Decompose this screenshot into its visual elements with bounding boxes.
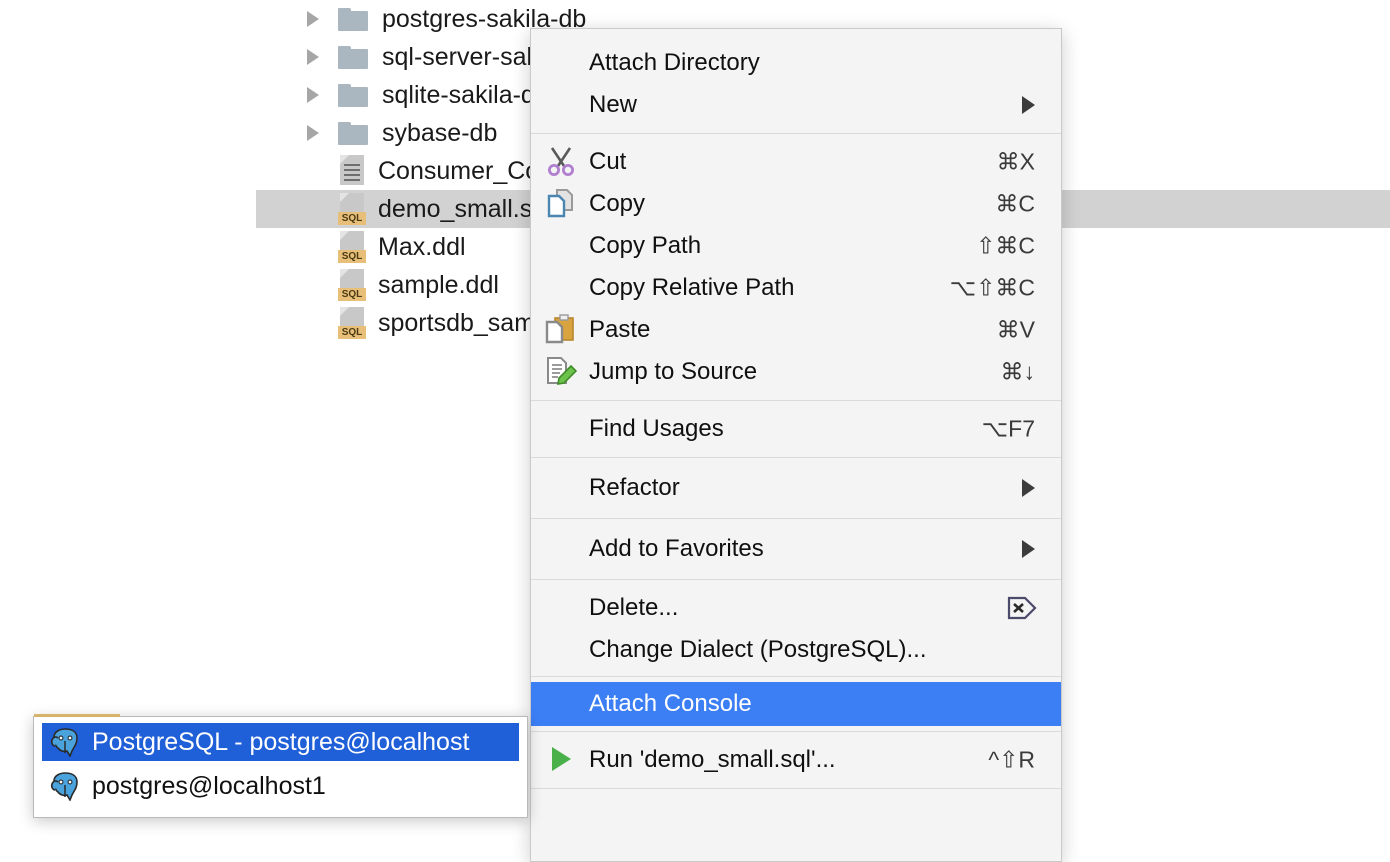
menu-item-new[interactable]: New xyxy=(531,84,1061,126)
menu-item-delete[interactable]: Delete... xyxy=(531,587,1061,629)
menu-item-label: Refactor xyxy=(589,474,680,502)
submenu-item-postgresql-localhost[interactable]: PostgreSQL - postgres@localhost xyxy=(42,723,519,761)
copy-icon xyxy=(545,188,583,220)
sql-file-icon: SQL xyxy=(338,269,366,301)
menu-item-attach-directory[interactable]: Attach Directory xyxy=(531,42,1061,84)
menu-item-label: Attach Console xyxy=(589,690,752,718)
menu-separator xyxy=(531,518,1061,519)
sql-file-icon: SQL xyxy=(338,307,366,339)
menu-item-copy-path[interactable]: Copy Path ⇧⌘C xyxy=(531,225,1061,267)
menu-separator xyxy=(531,457,1061,458)
menu-item-label: Copy Relative Path xyxy=(589,274,794,302)
menu-item-attach-console[interactable]: Attach Console xyxy=(531,682,1061,726)
menu-item-cut[interactable]: Cut ⌘X xyxy=(531,141,1061,183)
run-icon xyxy=(545,744,583,776)
menu-item-label: Find Usages xyxy=(589,415,724,443)
menu-item-shortcut: ⌘↓ xyxy=(1001,359,1036,386)
menu-item-jump-to-source[interactable]: Jump to Source ⌘↓ xyxy=(531,351,1061,393)
expand-arrow-icon[interactable] xyxy=(304,47,324,67)
sql-file-icon: SQL xyxy=(338,231,366,263)
menu-item-shortcut: ⇧⌘C xyxy=(976,233,1035,260)
submenu-item-postgres-localhost1[interactable]: postgres@localhost1 xyxy=(42,767,519,805)
submenu-item-label: postgres@localhost1 xyxy=(92,772,326,801)
menu-item-label: Copy Path xyxy=(589,232,701,260)
submenu-accent-bar xyxy=(34,714,120,717)
menu-item-label: Cut xyxy=(589,148,626,176)
menu-item-label: Paste xyxy=(589,316,650,344)
menu-separator xyxy=(531,133,1061,134)
menu-item-refactor[interactable]: Refactor xyxy=(531,465,1061,511)
menu-separator xyxy=(531,731,1061,732)
menu-item-label: Jump to Source xyxy=(589,358,757,386)
menu-item-label: New xyxy=(589,91,637,119)
menu-item-label: Run 'demo_small.sql'... xyxy=(589,746,836,774)
menu-item-shortcut: ⌘X xyxy=(997,149,1035,176)
folder-icon xyxy=(338,8,368,31)
menu-item-find-usages[interactable]: Find Usages ⌥F7 xyxy=(531,408,1061,450)
jump-to-source-icon xyxy=(545,356,583,388)
menu-separator xyxy=(531,676,1061,677)
forward-delete-icon xyxy=(1007,596,1037,620)
menu-separator xyxy=(531,579,1061,580)
context-menu[interactable]: Attach Directory New Cut ⌘X xyxy=(530,28,1062,862)
tree-item-label: Max.ddl xyxy=(378,233,466,262)
postgresql-elephant-icon xyxy=(48,771,82,801)
menu-item-shortcut: ⌥F7 xyxy=(982,416,1035,443)
menu-separator xyxy=(531,400,1061,401)
screen-root: akila-db db postgres-sakila-db sql-serve… xyxy=(0,0,1390,862)
submenu-arrow-icon xyxy=(1022,479,1035,497)
csv-file-icon xyxy=(338,155,366,187)
tree-item-label: demo_small.sql xyxy=(378,195,552,224)
menu-item-label: Attach Directory xyxy=(589,49,760,77)
postgresql-elephant-icon xyxy=(48,727,82,757)
menu-item-add-to-favorites[interactable]: Add to Favorites xyxy=(531,526,1061,572)
tree-item-label: sqlite-sakila-db xyxy=(382,81,549,110)
folder-icon xyxy=(338,122,368,145)
clipboard-icon xyxy=(545,314,583,346)
menu-separator xyxy=(531,788,1061,789)
menu-item-label: Change Dialect (PostgreSQL)... xyxy=(589,636,927,664)
sql-file-icon: SQL xyxy=(338,193,366,225)
menu-item-shortcut: ⌘V xyxy=(997,317,1035,344)
scissors-icon xyxy=(545,146,583,178)
menu-item-copy[interactable]: Copy ⌘C xyxy=(531,183,1061,225)
menu-item-paste[interactable]: Paste ⌘V xyxy=(531,309,1061,351)
menu-item-shortcut: ⌥⇧⌘C xyxy=(950,275,1035,302)
tree-item-label: sample.ddl xyxy=(378,271,499,300)
expand-arrow-icon[interactable] xyxy=(304,123,324,143)
submenu-item-label: PostgreSQL - postgres@localhost xyxy=(92,728,469,757)
menu-item-shortcut: ^⇧R xyxy=(988,747,1035,774)
expand-arrow-icon[interactable] xyxy=(304,9,324,29)
folder-icon xyxy=(338,84,368,107)
menu-item-shortcut: ⌘C xyxy=(995,191,1035,218)
menu-item-change-dialect[interactable]: Change Dialect (PostgreSQL)... xyxy=(531,629,1061,671)
menu-item-copy-relative-path[interactable]: Copy Relative Path ⌥⇧⌘C xyxy=(531,267,1061,309)
submenu-arrow-icon xyxy=(1022,96,1035,114)
expand-arrow-icon[interactable] xyxy=(304,85,324,105)
submenu-arrow-icon xyxy=(1022,540,1035,558)
menu-item-label: Copy xyxy=(589,190,645,218)
menu-item-label: Delete... xyxy=(589,594,678,622)
folder-icon xyxy=(338,46,368,69)
attach-console-submenu[interactable]: PostgreSQL - postgres@localhost postgres… xyxy=(33,716,528,818)
menu-item-run-file[interactable]: Run 'demo_small.sql'... ^⇧R xyxy=(531,737,1061,783)
menu-item-label: Add to Favorites xyxy=(589,535,764,563)
tree-item-label: sybase-db xyxy=(382,119,497,148)
